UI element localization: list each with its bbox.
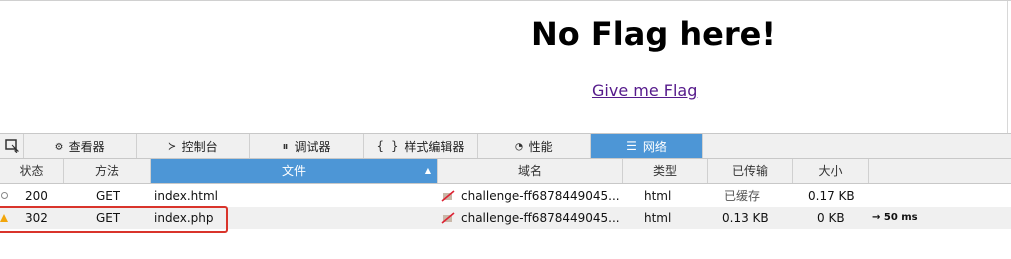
tab-debugger-label: 调试器 [294,139,331,154]
column-status[interactable]: 状态 [0,159,64,183]
tracking-protection-icon [441,212,455,224]
tab-style-editor-label: 样式编辑器 [404,139,465,154]
row-file: index.html [154,189,218,203]
row-transferred: 0.13 KB [722,211,769,225]
column-size[interactable]: 大小 [793,159,869,183]
column-transferred[interactable]: 已传输 [708,159,793,183]
page-content: No Flag here! Give me Flag [0,0,1011,134]
column-domain[interactable]: 域名 [438,159,623,183]
debugger-icon: ⏸ [282,138,289,153]
status-cached-icon [1,192,8,199]
column-file[interactable]: 文件 ▲ [151,159,438,183]
row-type: html [644,211,672,225]
devtools-toolbar: ⚙ 查看器 ≻ 控制台 ⏸ 调试器 { } 样式编辑器 ◔ 性能 ☰ 网络 [0,133,1011,159]
page-heading: No Flag here! [531,15,776,53]
braces-icon: { } [376,139,399,153]
row-timing: → 50 ms [872,212,918,223]
network-icon: ☰ [626,139,637,153]
tab-inspector[interactable]: ⚙ 查看器 [24,134,137,158]
sort-ascending-icon: ▲ [424,166,431,175]
row-type: html [644,189,672,203]
row-size: 0 KB [817,211,845,225]
row-size: 0.17 KB [808,189,855,203]
tab-console[interactable]: ≻ 控制台 [137,134,250,158]
give-flag-link[interactable]: Give me Flag [592,81,697,100]
tab-console-label: 控制台 [181,139,218,154]
row-domain: challenge-ff6878449045... [461,211,620,225]
tab-inspector-label: 查看器 [68,139,105,154]
column-method[interactable]: 方法 [64,159,151,183]
highlight-box [0,206,228,233]
element-picker-button[interactable] [0,134,24,158]
performance-icon: ◔ [515,139,523,153]
tab-network[interactable]: ☰ 网络 [591,134,703,158]
column-type[interactable]: 类型 [623,159,708,183]
network-table-header: 状态 方法 文件 ▲ 域名 类型 已传输 大小 [0,159,1011,184]
tracking-protection-icon [441,190,455,202]
row-transferred: 已缓存 [724,189,761,203]
element-picker-icon [4,139,19,153]
table-row[interactable]: 200 GET index.html challenge-ff687844904… [0,185,1011,207]
column-file-label: 文件 [281,164,306,178]
tab-debugger[interactable]: ⏸ 调试器 [250,134,364,158]
row-domain: challenge-ff6878449045... [461,189,620,203]
tab-style-editor[interactable]: { } 样式编辑器 [364,134,478,158]
tab-performance-label: 性能 [528,139,553,154]
tab-network-label: 网络 [642,139,667,154]
row-method: GET [96,189,121,203]
console-icon: ≻ [168,139,176,153]
page-edge [1007,1,1008,134]
row-status: 200 [25,189,48,203]
tab-performance[interactable]: ◔ 性能 [478,134,591,158]
inspector-icon: ⚙ [55,139,63,153]
